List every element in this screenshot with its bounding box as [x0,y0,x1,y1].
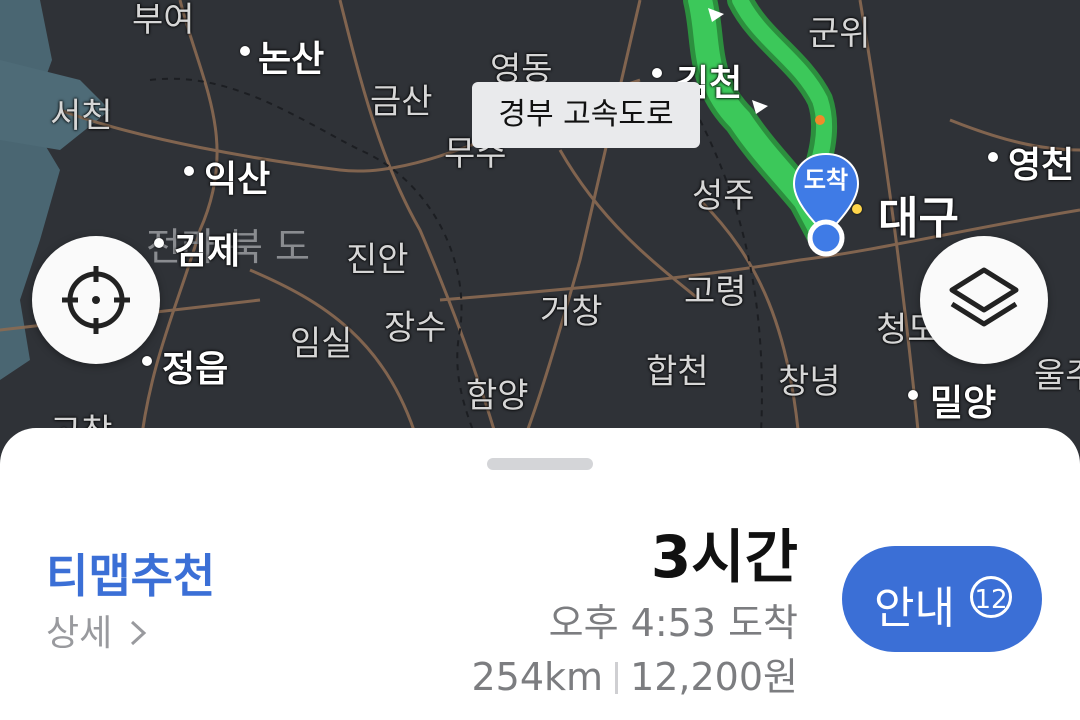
place-label: 대구 [878,193,959,244]
place-label: 김제 [174,231,241,272]
arrival-time: 오후 4:53 도착 [548,601,798,645]
place-label: 고령 [684,272,747,312]
place-dot [184,166,194,176]
route-option-name[interactable]: 티맵추천 [46,540,215,606]
place-label: 부여 [132,0,195,40]
chevron-right-icon [130,620,146,646]
place-dot [142,356,152,366]
route-distance: 254km [471,655,604,699]
place-label: 함양 [466,376,529,416]
place-label: 군위 [808,14,871,54]
place-dot [240,46,250,56]
map-layers-button[interactable] [920,236,1048,364]
place-dot [908,390,918,400]
place-label: 서천 [50,96,113,136]
place-label: 영천 [1008,145,1075,186]
current-location-button[interactable] [32,236,160,364]
place-label: 밀양 [930,383,997,424]
place-label: 울주 [1034,356,1080,396]
place-label: 합천 [646,352,709,392]
place-label: 창녕 [778,362,841,402]
sheet-drag-handle[interactable] [487,458,593,470]
destination-label: 도착 [803,166,849,194]
place-label: 익산 [204,159,271,200]
route-duration: 3시간 [650,523,798,591]
route-detail-link[interactable]: 상세 [46,604,148,656]
route-summary-sheet[interactable]: 티맵추천 상세 3시간 오후 4:53 도착 254km 12,200원 안내 1… [0,428,1080,720]
place-label: 성주 [692,176,755,216]
place-label: 논산 [258,39,325,80]
place-dot [988,152,998,162]
layers-icon [949,267,1019,327]
toll-fee: 12,200원 [630,655,798,699]
place-label: 거창 [540,292,603,332]
destination-marker[interactable]: 도착 [790,150,862,260]
road-tooltip[interactable]: 경부 고속도로 [472,82,700,148]
place-label: 진안 [346,240,409,280]
countdown-badge: 12 [970,576,1012,618]
place-label: 임실 [290,324,353,364]
place-label: 장수 [384,308,447,348]
detail-link-label: 상세 [46,613,113,654]
start-guidance-button[interactable]: 안내 12 [842,546,1042,652]
divider [615,662,619,694]
place-label: 금산 [370,82,433,122]
crosshair-icon [62,266,130,334]
place-dot [652,68,662,78]
place-dot [154,238,164,248]
map-view[interactable]: 부여 논산 영동 김천 군위 금산 서천 무주 익산 성주 대구 영천 전라 북… [0,0,1080,452]
guidance-label: 안내 [874,583,955,634]
distance-toll-row: 254km 12,200원 [472,646,799,701]
place-label: 정읍 [162,349,229,390]
